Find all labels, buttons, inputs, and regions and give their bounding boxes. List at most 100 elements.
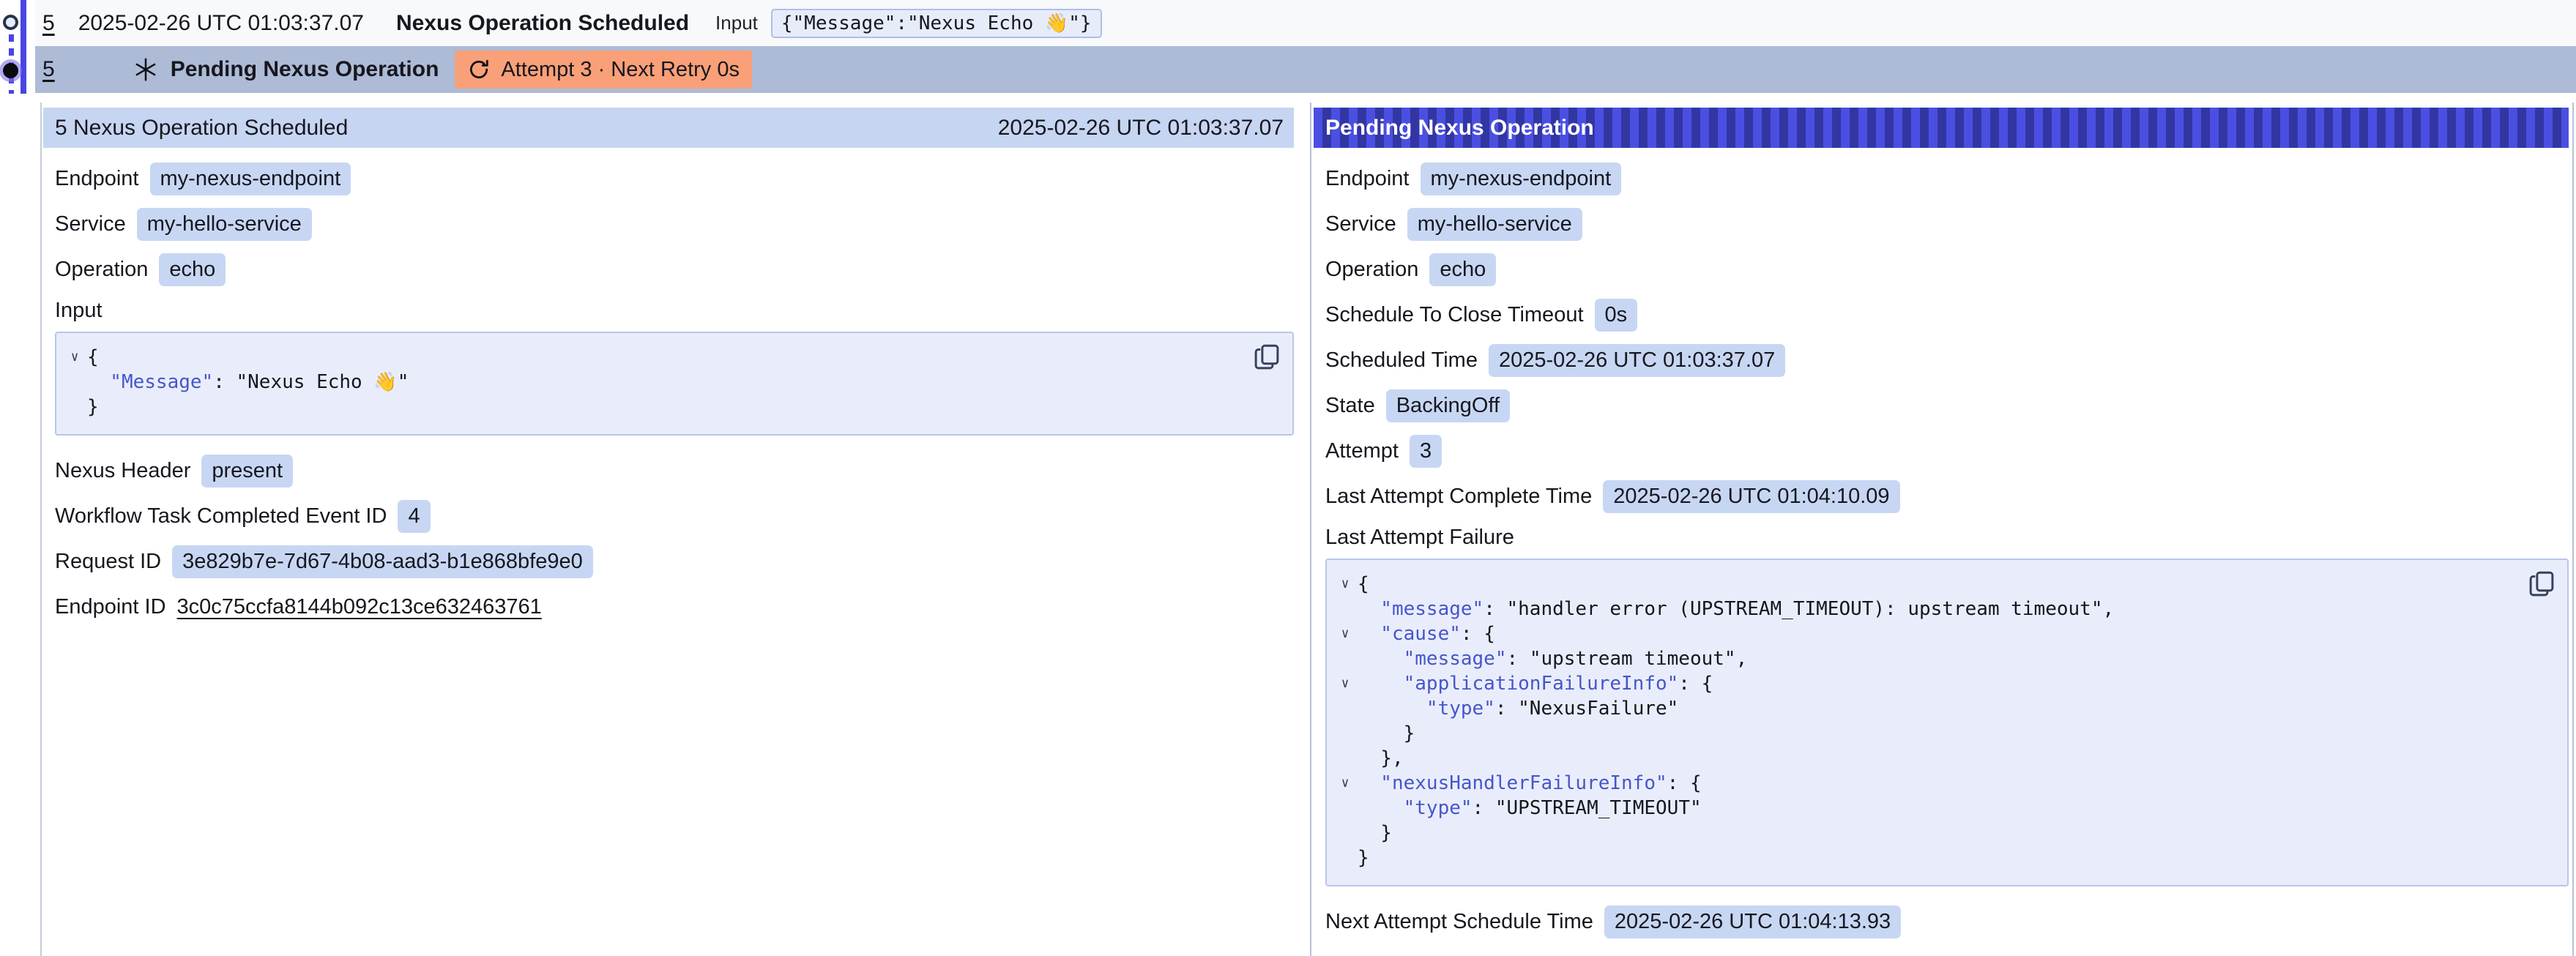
field-row-service: Service my-hello-service xyxy=(55,208,1294,241)
field-label: Endpoint xyxy=(55,167,139,191)
field-label: Last Attempt Complete Time xyxy=(1325,485,1592,509)
chevron-gutter xyxy=(1333,696,1358,721)
timeline-node-open-icon xyxy=(3,15,18,30)
code-line: ∨{ xyxy=(1333,572,2523,597)
field-row-endpoint: Endpoint my-nexus-endpoint xyxy=(55,163,1294,195)
field-row-nexus-header: Nexus Header present xyxy=(55,455,1294,488)
field-label: Request ID xyxy=(55,550,161,574)
chevron-gutter xyxy=(1333,821,1358,845)
field-row-scheduled-time: Scheduled Time2025-02-26 UTC 01:03:37.07 xyxy=(1325,344,2569,377)
field-value-chip: present xyxy=(201,455,293,488)
field-value-chip: echo xyxy=(159,253,226,286)
last-attempt-failure-code-block: ∨{ "message": "handler error (UPSTREAM_T… xyxy=(1325,559,2569,886)
event-timestamp: 2025-02-26 UTC 01:03:37.07 xyxy=(78,11,364,36)
code-line: ∨ "applicationFailureInfo": { xyxy=(1333,671,2523,696)
event-title: Pending Nexus Operation xyxy=(171,57,439,82)
code-line: "message": "upstream timeout", xyxy=(1333,646,2523,671)
code-line: "Message": "Nexus Echo 👋" xyxy=(62,370,1248,395)
chevron-gutter xyxy=(1333,721,1358,746)
left-panel-header: 5 Nexus Operation Scheduled 2025-02-26 U… xyxy=(43,108,1294,148)
field-label: Schedule To Close Timeout xyxy=(1325,303,1584,327)
left-panel-title: 5 Nexus Operation Scheduled xyxy=(55,116,348,141)
field-value-chip: my-nexus-endpoint xyxy=(1421,163,1622,195)
code-line: "type": "NexusFailure" xyxy=(1333,696,2523,721)
field-row-endpoint-id: Endpoint ID 3c0c75ccfa8144b092c13ce632463… xyxy=(55,591,1294,624)
code-text: { xyxy=(1358,572,1369,597)
collapse-chevron-icon[interactable]: ∨ xyxy=(1333,771,1358,796)
code-text: "nexusHandlerFailureInfo": { xyxy=(1358,771,1702,796)
field-label: Workflow Task Completed Event ID xyxy=(55,504,387,529)
event-id-link[interactable]: 5 xyxy=(42,57,55,82)
field-row-endpoint: Endpoint my-nexus-endpoint xyxy=(1325,163,2569,195)
code-line: } xyxy=(62,395,1248,419)
code-line: } xyxy=(1333,721,2523,746)
pending-panel-header: Pending Nexus Operation xyxy=(1314,108,2569,148)
field-value-chip: echo xyxy=(1429,253,1496,286)
field-label: Next Attempt Schedule Time xyxy=(1325,910,1593,934)
field-value-chip: 4 xyxy=(398,500,430,533)
left-panel-fields: Endpoint my-nexus-endpoint Service my-hello… xyxy=(43,148,1294,624)
left-panel-timestamp: 2025-02-26 UTC 01:03:37.07 xyxy=(998,116,1284,141)
code-text: { xyxy=(87,345,99,370)
event-title: Nexus Operation Scheduled xyxy=(396,11,689,36)
event-input-label: Input xyxy=(715,12,758,34)
event-row-pending-nexus-operation[interactable]: 5 Pending Nexus Operation Attempt 3 · Ne… xyxy=(35,46,2576,93)
code-text: "type": "NexusFailure" xyxy=(1358,696,1678,721)
code-line: "type": "UPSTREAM_TIMEOUT" xyxy=(1333,796,2523,821)
collapse-chevron-icon[interactable]: ∨ xyxy=(1333,572,1358,597)
field-row-state: StateBackingOff xyxy=(1325,389,2569,422)
code-line: } xyxy=(1333,821,2523,845)
code-text: "message": "handler error (UPSTREAM_TIME… xyxy=(1358,597,2114,621)
field-row-schedule-to-close-timeout: Schedule To Close Timeout0s xyxy=(1325,299,2569,332)
field-value-chip: 3e829b7e-7d67-4b08-aad3-b1e868bfe9e0 xyxy=(172,545,593,578)
timeline-node-current-icon xyxy=(3,63,18,78)
retry-badge-label: Attempt 3 · Next Retry 0s xyxy=(501,58,740,82)
field-label: State xyxy=(1325,394,1375,418)
field-value-chip: my-hello-service xyxy=(137,208,312,241)
field-value-chip: my-hello-service xyxy=(1407,208,1582,241)
collapse-chevron-icon[interactable]: ∨ xyxy=(1333,621,1358,646)
code-text: "type": "UPSTREAM_TIMEOUT" xyxy=(1358,796,1702,821)
code-line: }, xyxy=(1333,746,2523,771)
field-label: Service xyxy=(1325,212,1396,236)
pending-asterisk-icon xyxy=(133,56,159,83)
timeline-rail xyxy=(0,0,35,95)
code-text: }, xyxy=(1358,746,1404,771)
pending-nexus-operation-panel: Pending Nexus Operation Endpoint my-nexus… xyxy=(1310,102,2572,956)
code-line: ∨{ xyxy=(62,345,1248,370)
field-label: Nexus Header xyxy=(55,459,190,483)
chevron-gutter xyxy=(1333,796,1358,821)
field-label: Last Attempt Failure xyxy=(1325,526,2569,550)
right-panel-fields: Endpoint my-nexus-endpoint Service my-hello… xyxy=(1314,148,2569,938)
copy-icon[interactable] xyxy=(1251,342,1282,373)
chevron-gutter xyxy=(1333,597,1358,621)
endpoint-id-link[interactable]: 3c0c75ccfa8144b092c13ce632463761 xyxy=(177,595,542,619)
code-line: ∨ "cause": { xyxy=(1333,621,2523,646)
field-label: Scheduled Time xyxy=(1325,348,1478,373)
collapse-chevron-icon[interactable]: ∨ xyxy=(1333,671,1358,696)
field-row-attempt: Attempt3 xyxy=(1325,435,2569,468)
chevron-gutter xyxy=(1333,646,1358,671)
field-label: Endpoint ID xyxy=(55,595,166,619)
event-row-nexus-operation-scheduled[interactable]: 5 2025-02-26 UTC 01:03:37.07 Nexus Opera… xyxy=(35,0,2576,46)
copy-icon[interactable] xyxy=(2526,569,2557,600)
field-label: Operation xyxy=(55,258,148,282)
event-id-link[interactable]: 5 xyxy=(42,11,55,36)
input-code-block: ∨{ "Message": "Nexus Echo 👋"} xyxy=(55,332,1294,436)
collapse-chevron-icon[interactable]: ∨ xyxy=(62,345,87,370)
code-text: "Message": "Nexus Echo 👋" xyxy=(87,370,409,395)
code-text: "message": "upstream timeout", xyxy=(1358,646,1747,671)
chevron-gutter xyxy=(62,370,87,395)
field-row-operation: Operation echo xyxy=(55,253,1294,286)
field-label: Service xyxy=(55,212,126,236)
field-value-chip: 3 xyxy=(1410,435,1442,468)
code-text: } xyxy=(1358,845,1369,870)
field-label: Endpoint xyxy=(1325,167,1410,191)
field-row-last-attempt-complete-time: Last Attempt Complete Time2025-02-26 UTC… xyxy=(1325,480,2569,513)
pending-panel-title: Pending Nexus Operation xyxy=(1325,116,1594,141)
retry-icon xyxy=(467,58,491,81)
field-row-next-attempt-schedule-time: Next Attempt Schedule Time2025-02-26 UTC… xyxy=(1325,905,2569,938)
timeline-line xyxy=(21,0,26,94)
field-row-operation: Operationecho xyxy=(1325,253,2569,286)
field-value-chip: my-nexus-endpoint xyxy=(150,163,351,195)
